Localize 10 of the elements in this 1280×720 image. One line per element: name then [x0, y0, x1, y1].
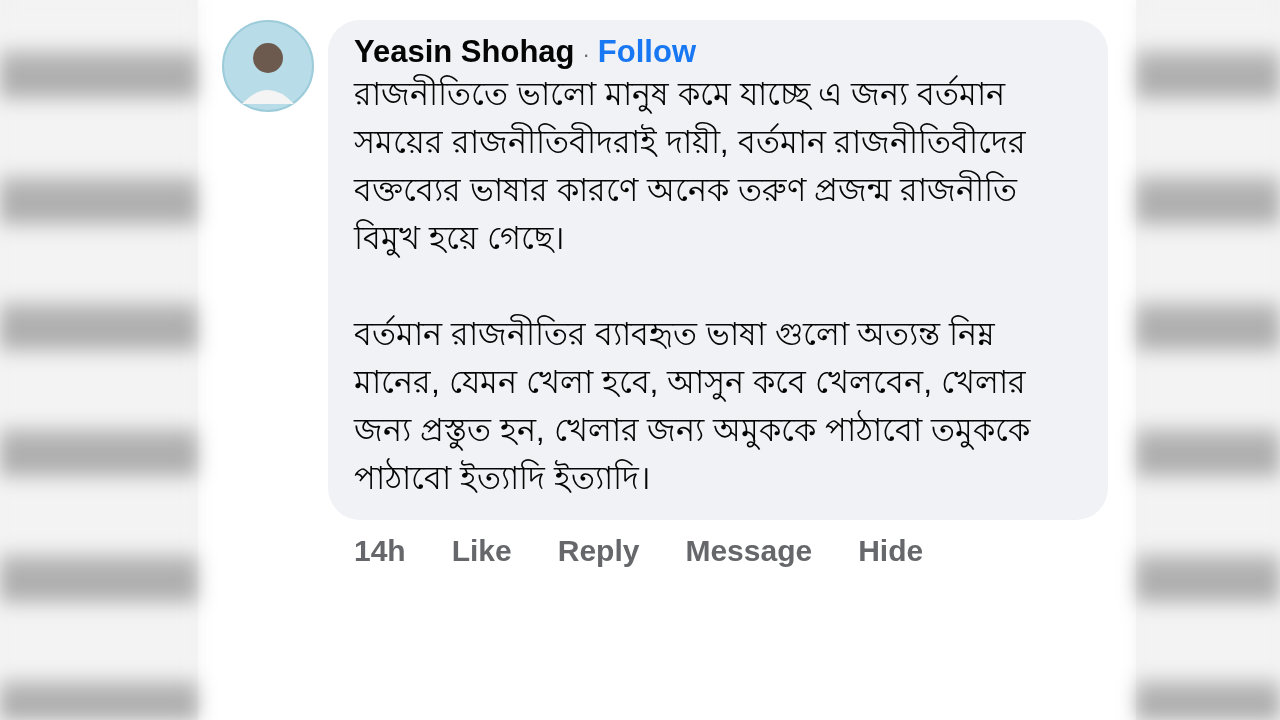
- author-name: Yeasin Shohag: [354, 34, 575, 70]
- comment-text: বর্তমান রাজনীতির ব্যাবহৃত ভাষা গুলো অত্যন্ত নিম্ন মানের, যেমন খেলা হবে, আসুন কবে খেলবেন, খেলার জন্য প্রস্তুত হন, খেলার জন্য অমুককে পাঠাবো তমুককে পাঠাবো ইত্যাদি ইত্যাদি।: [354, 313, 1032, 498]
- timestamp: 14h: [354, 534, 406, 568]
- action-link[interactable]: Message: [685, 534, 813, 568]
- comment-text: রাজনীতিতে ভালো মানুষ কমে যাচ্ছে এ জন্য বর্তমান সময়ের রাজনীতিবীদরাই দায়ী, বর্তমান রাজনীতিবীদের বক্তব্যের ভাষার কারণে অনেক তরুণ প্রজন্ম রাজনীতি বিমুখ হয়ে গেছে।: [354, 73, 1028, 260]
- action-link[interactable]: Hide: [858, 534, 924, 568]
- follow-link[interactable]: Follow: [597, 34, 696, 70]
- action-link[interactable]: Reply: [557, 534, 640, 568]
- separator-dot: ·: [582, 42, 590, 68]
- action-link[interactable]: Like: [451, 534, 512, 568]
